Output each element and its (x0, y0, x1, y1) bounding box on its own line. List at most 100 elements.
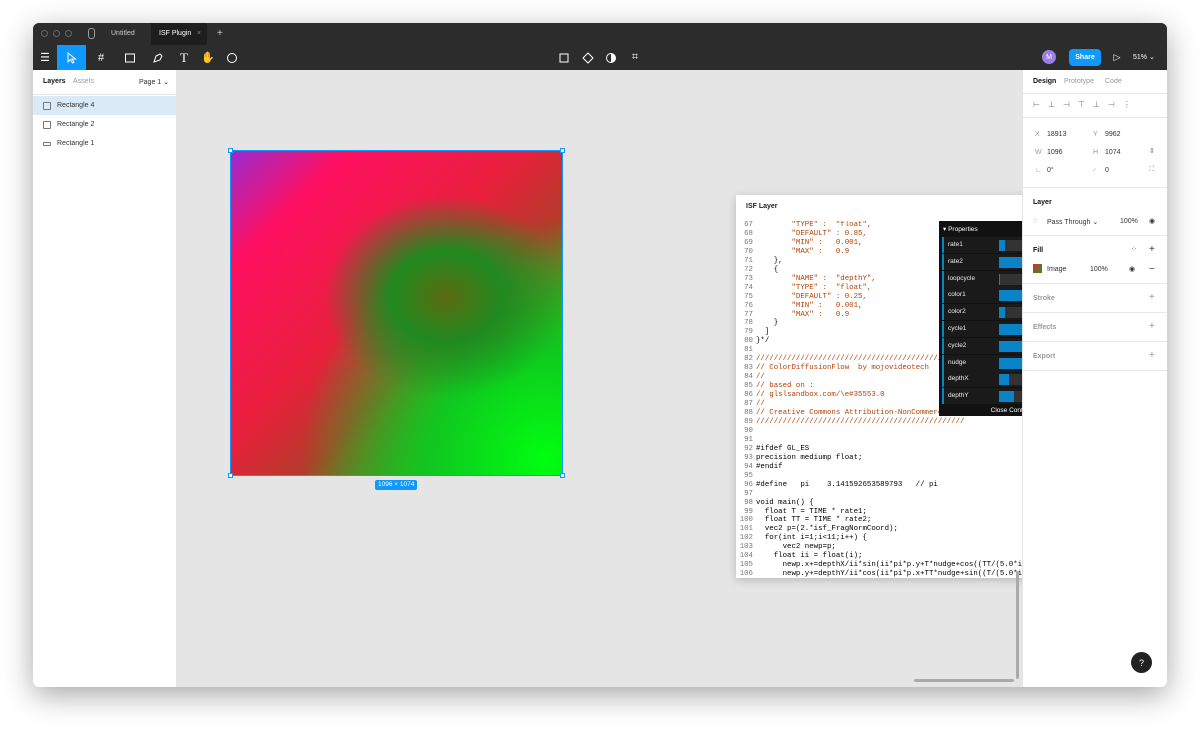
blend-mode-dropdown[interactable]: Pass Through ⌄ (1047, 218, 1098, 226)
position-section: X 18913 Y 9962 W 1096 H 1074 ⇕ ∟ 0° ◜ 0 ⛶ (1023, 118, 1167, 188)
control-slider[interactable] (999, 391, 1022, 403)
height-field[interactable]: 1074 (1105, 149, 1121, 156)
control-slider[interactable] (999, 340, 1022, 352)
visibility-eye-icon[interactable]: ◉ (1149, 217, 1155, 225)
independent-corners-icon[interactable]: ⛶ (1149, 166, 1154, 174)
hand-tool-icon[interactable]: ✋ (196, 45, 220, 70)
image-layer-icon (43, 101, 51, 110)
radius-field[interactable]: 0 (1105, 167, 1109, 174)
control-slider[interactable] (999, 307, 1022, 319)
image-layer-icon (43, 120, 51, 129)
zoom-dropdown[interactable]: 51% ⌄ (1133, 53, 1155, 61)
figma-logo-icon[interactable] (88, 28, 95, 39)
new-tab-icon[interactable]: + (209, 23, 231, 45)
layer-section-title: Layer (1033, 199, 1052, 206)
tab-untitled[interactable]: Untitled (103, 23, 143, 45)
resize-handle[interactable] (228, 148, 233, 153)
move-tool-icon[interactable] (57, 45, 86, 70)
add-fill-icon[interactable]: + (1149, 244, 1155, 255)
line-number: 77 (744, 310, 753, 319)
control-row-depthY[interactable]: depthY0.24 (942, 388, 1022, 405)
frame-tool-icon[interactable]: # (89, 45, 113, 70)
control-slider[interactable] (999, 374, 1022, 386)
slider-fill (999, 290, 1022, 302)
align-icons[interactable]: ⊢⊥⊣⊤⊥⊣⋮ (1033, 100, 1139, 109)
resize-handle[interactable] (560, 148, 565, 153)
add-stroke-icon[interactable]: + (1149, 292, 1155, 303)
line-number: 91 (744, 435, 753, 444)
share-button[interactable]: Share (1069, 49, 1101, 66)
layer-item[interactable]: Rectangle 1 (33, 134, 176, 153)
avatar[interactable]: M (1042, 50, 1056, 64)
control-row-color2[interactable]: color2.1 (942, 304, 1022, 321)
close-tab-icon[interactable]: × (197, 23, 201, 45)
minimize-window-button[interactable] (53, 30, 60, 37)
control-slider[interactable] (999, 290, 1022, 302)
canvas[interactable]: 1096 × 1074 ISF Layer × 67 "TYPE" : "flo… (177, 70, 1022, 687)
style-icon[interactable]: ⁘ (1131, 245, 1137, 253)
close-window-button[interactable] (41, 30, 48, 37)
layer-item[interactable]: Rectangle 2 (33, 115, 176, 134)
tab-prototype[interactable]: Prototype (1064, 78, 1094, 85)
code-line: 91 (736, 436, 1022, 445)
pen-tool-icon[interactable] (146, 45, 170, 70)
h-label: H (1093, 149, 1099, 156)
code-line: 99 float T = TIME * rate1; (736, 508, 1022, 517)
control-slider[interactable] (999, 357, 1022, 369)
control-slider[interactable] (999, 324, 1022, 335)
mask-icon[interactable] (599, 45, 623, 70)
text-tool-icon[interactable]: T (172, 45, 196, 70)
control-row-rate1[interactable]: rate1-2.2 (942, 237, 1022, 253)
close-controls-button[interactable]: Close Controls (939, 405, 1022, 416)
control-row-rate2[interactable]: rate21.66 (942, 253, 1022, 270)
comment-tool-icon[interactable] (220, 45, 244, 70)
rectangle-tool-icon[interactable] (118, 45, 142, 70)
layer-opacity-field[interactable]: 100% (1120, 218, 1138, 225)
fill-type[interactable]: Image (1047, 266, 1066, 273)
control-row-loopcycle[interactable]: loopcycle21 (942, 270, 1022, 287)
resize-handle[interactable] (560, 473, 565, 478)
width-field[interactable]: 1096 (1047, 149, 1063, 156)
control-slider[interactable] (999, 273, 1022, 285)
control-row-cycle1[interactable]: cycle12.1 (942, 321, 1022, 337)
resize-handle[interactable] (228, 473, 233, 478)
control-row-nudge[interactable]: nudge0.005 (942, 354, 1022, 371)
control-row-depthX[interactable]: depthX0.15 (942, 371, 1022, 388)
image-swatch[interactable] (1033, 264, 1042, 273)
tab-layers[interactable]: Layers (43, 78, 66, 85)
add-effect-icon[interactable]: + (1149, 321, 1155, 332)
line-number: 96 (744, 480, 753, 489)
component-icon[interactable] (552, 45, 576, 70)
page-selector[interactable]: Page 1 ⌄ (139, 78, 169, 86)
remove-fill-icon[interactable]: − (1149, 264, 1155, 275)
help-button[interactable]: ? (1131, 652, 1152, 673)
horizontal-scrollbar[interactable] (914, 679, 1014, 682)
present-icon[interactable]: ▷ (1105, 45, 1129, 70)
constrain-proportions-icon[interactable]: ⇕ (1149, 147, 1155, 155)
control-slider[interactable] (999, 256, 1022, 268)
code-text: float ii = float(i); (756, 552, 863, 561)
menu-icon[interactable]: ☰ (33, 45, 57, 70)
crop-icon[interactable]: ⌗ (623, 45, 647, 70)
control-slider[interactable] (999, 240, 1022, 251)
code-text: "TYPE" : "float", (756, 221, 872, 229)
x-field[interactable]: 18913 (1047, 131, 1066, 138)
maximize-window-button[interactable] (65, 30, 72, 37)
create-component-icon[interactable] (576, 45, 600, 70)
selected-image-rectangle[interactable] (230, 150, 563, 476)
y-field[interactable]: 9962 (1105, 131, 1121, 138)
rotation-field[interactable]: 0° (1047, 167, 1054, 174)
vertical-scrollbar[interactable] (1016, 571, 1019, 679)
fill-visibility-icon[interactable]: ◉ (1129, 265, 1135, 273)
radius-icon: ◜ (1093, 168, 1096, 175)
control-row-cycle2[interactable]: cycle20.32 (942, 337, 1022, 354)
fill-opacity-field[interactable]: 100% (1090, 266, 1108, 273)
add-export-icon[interactable]: + (1149, 350, 1155, 361)
tab-isf-plugin[interactable]: ISF Plugin × (151, 23, 207, 45)
tab-design[interactable]: Design (1033, 78, 1056, 85)
properties-header[interactable]: ▾ Properties (943, 225, 978, 233)
control-row-color1[interactable]: color10.5 (942, 287, 1022, 304)
tab-code[interactable]: Code (1105, 78, 1122, 85)
tab-assets[interactable]: Assets (73, 78, 94, 85)
layer-item[interactable]: Rectangle 4 (33, 96, 176, 115)
